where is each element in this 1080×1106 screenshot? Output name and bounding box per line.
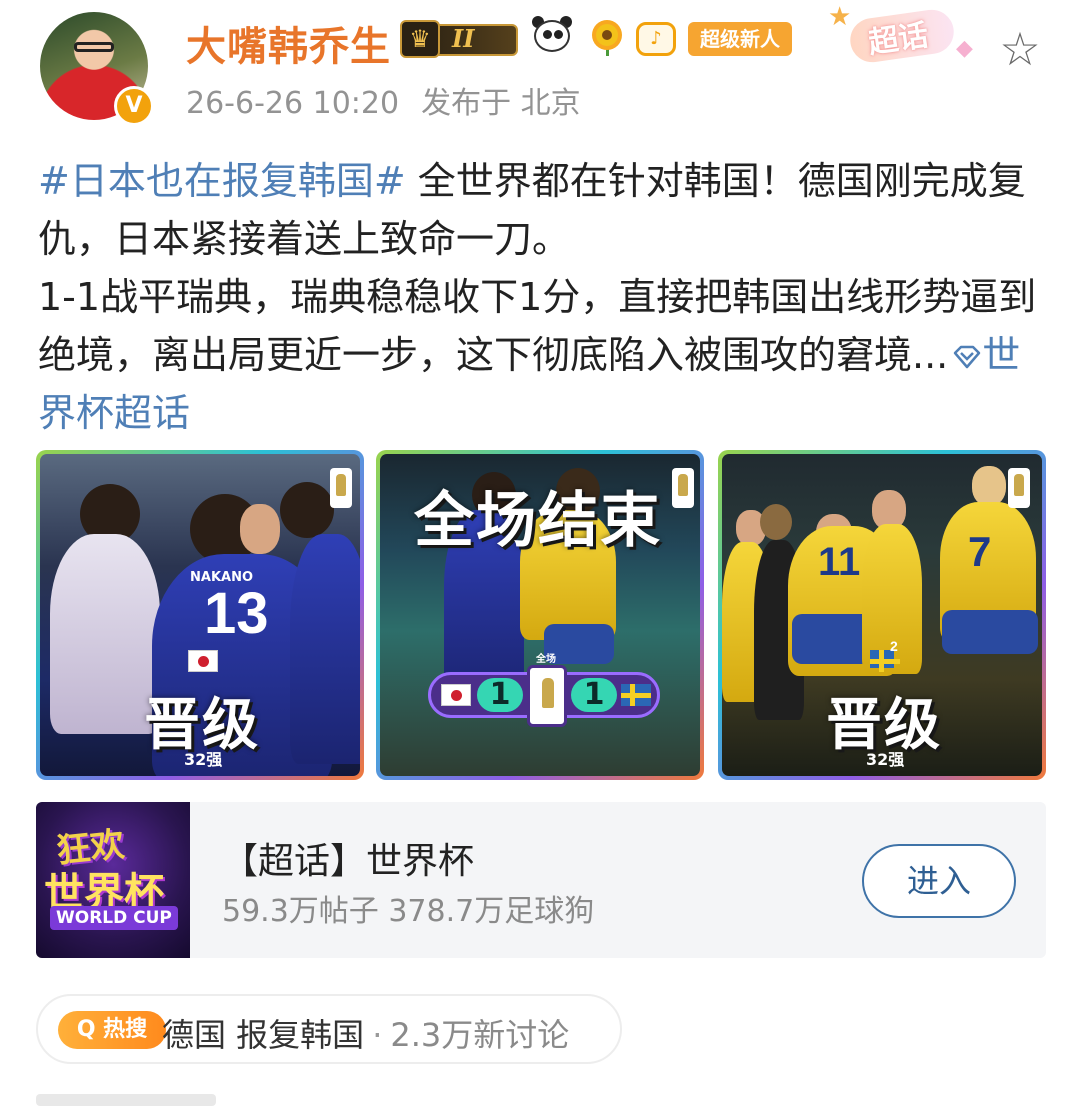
player-face bbox=[972, 466, 1006, 506]
post-text-part2: 1-1战平瑞典，瑞典稳稳收下1分，直接把韩国出线形势逼到绝境，离出局更近一步，这… bbox=[38, 275, 1037, 377]
avatar-glasses bbox=[74, 42, 114, 52]
image-tile-japan-celebration[interactable]: 13 NAKANO 晋级 32强 bbox=[36, 450, 364, 780]
image-tile-sweden-celebration[interactable]: 11 7 2 晋级 32强 bbox=[718, 450, 1046, 780]
member-level-badge[interactable]: ♛ II bbox=[400, 18, 520, 60]
sparkle-icon: ★ bbox=[828, 2, 852, 32]
japan-flag-icon bbox=[441, 684, 471, 706]
hot-search-badge: Q 热搜 bbox=[58, 1011, 166, 1049]
hot-search-topic: 德国 报复韩国 bbox=[162, 1016, 365, 1054]
post-location: 发布于 北京 bbox=[421, 86, 581, 121]
level-number: II bbox=[452, 24, 475, 53]
jersey-number: 11 bbox=[818, 540, 861, 584]
image-content: 11 7 2 晋级 32强 bbox=[722, 454, 1042, 776]
sweden-flag-icon bbox=[621, 684, 651, 706]
small-number: 2 bbox=[890, 638, 898, 654]
chaohua-badge-icon: ♪ bbox=[636, 22, 676, 56]
cover-line3: WORLD CUP bbox=[50, 906, 178, 930]
post-meta: 26-6-26 10:20 发布于 北京 bbox=[186, 78, 581, 122]
player-head bbox=[280, 482, 334, 538]
image-content: 13 NAKANO 晋级 32强 bbox=[40, 454, 360, 776]
player-figure bbox=[290, 534, 360, 764]
gem-icon: ◆ bbox=[956, 36, 973, 61]
fifa-logo-icon bbox=[1008, 468, 1030, 508]
enter-button[interactable]: 进入 bbox=[862, 844, 1016, 918]
player-face bbox=[240, 504, 280, 554]
supertopic-stats: 59.3万帖子 378.7万足球狗 bbox=[222, 894, 595, 929]
image-content: 全场结束 1 1 全场 bbox=[380, 454, 700, 776]
chaohua-tag-text: 超话 bbox=[866, 17, 931, 61]
hot-search-meta: 2.3万新讨论 bbox=[390, 1016, 570, 1054]
tile-caption: 32强 bbox=[866, 750, 905, 769]
hot-search-separator: · bbox=[372, 1016, 383, 1054]
fifa-logo-icon bbox=[330, 468, 352, 508]
diamond-icon bbox=[954, 345, 981, 369]
jersey-name: NAKANO bbox=[190, 570, 254, 585]
star-outline-icon[interactable]: ☆ bbox=[994, 24, 1046, 74]
supertopic-title: 【超话】世界杯 bbox=[222, 841, 475, 882]
post-text: #日本也在报复韩国# 全世界都在针对韩国！德国刚完成复仇，日本紧接着送上致命一刀… bbox=[38, 152, 1048, 442]
fifa-logo-icon bbox=[672, 468, 694, 508]
player-shorts bbox=[942, 610, 1038, 654]
super-newbie-badge[interactable]: 超级新人 bbox=[688, 22, 792, 56]
crown-icon: ♛ bbox=[400, 20, 440, 58]
worldcup-trophy-icon bbox=[527, 665, 567, 727]
image-grid: 13 NAKANO 晋级 32强 全场结束 1 1 全场 11 7 2 晋级 3… bbox=[36, 450, 1046, 780]
post-timestamp: 26-6-26 10:20 bbox=[186, 86, 400, 121]
image-tile-final-score[interactable]: 全场结束 1 1 全场 bbox=[376, 450, 704, 780]
hot-search-text: 德国 报复韩国 · 2.3万新讨论 bbox=[162, 1010, 569, 1056]
supertopic-card[interactable]: 狂欢 世界杯 WORLD CUP 【超话】世界杯 59.3万帖子 378.7万足… bbox=[36, 802, 1046, 958]
japan-flag-icon bbox=[188, 650, 218, 672]
supertopic-cover: 狂欢 世界杯 WORLD CUP bbox=[36, 802, 190, 958]
logo-caption: 全场 bbox=[536, 654, 556, 665]
jersey-number: 7 bbox=[968, 528, 992, 575]
verified-badge-icon: V bbox=[114, 86, 154, 126]
hot-search-pill[interactable]: Q 热搜 德国 报复韩国 · 2.3万新讨论 bbox=[36, 994, 622, 1064]
panda-icon bbox=[530, 16, 574, 56]
hashtag-link[interactable]: #日本也在报复韩国# bbox=[38, 159, 406, 203]
chaohua-decoration: 超话 ★ ◆ bbox=[828, 2, 978, 72]
scoreboard: 1 1 bbox=[428, 665, 660, 727]
tile-caption: 32强 bbox=[184, 750, 223, 769]
sunflower-icon bbox=[588, 16, 624, 56]
next-post-peek bbox=[36, 1094, 216, 1106]
player-head bbox=[760, 504, 792, 540]
author-name[interactable]: 大嘴韩乔生 bbox=[186, 14, 391, 72]
tile-headline: 全场结束 bbox=[414, 486, 662, 556]
away-score: 1 bbox=[571, 678, 617, 712]
jersey-number: 13 bbox=[204, 581, 269, 646]
home-score: 1 bbox=[477, 678, 523, 712]
